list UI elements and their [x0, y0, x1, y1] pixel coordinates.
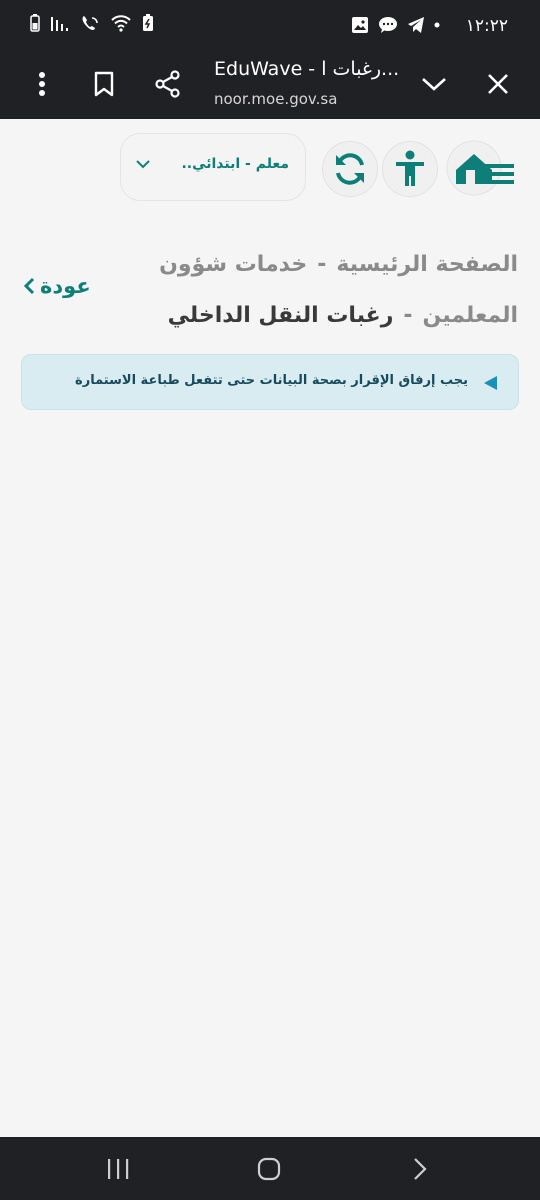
role-select[interactable]: معلم - ابتدائي.. [120, 133, 306, 201]
accessibility-icon [396, 150, 424, 186]
recents-icon[interactable] [98, 1153, 138, 1185]
notification-icons [351, 16, 450, 34]
breadcrumb-separator: - [317, 252, 327, 277]
triangle-left-icon [484, 376, 497, 390]
gallery-icon [352, 17, 368, 33]
bookmark-icon[interactable] [84, 64, 124, 104]
breadcrumb-separator: - [403, 303, 413, 328]
wifi-icon [111, 15, 131, 32]
chevron-left-icon [23, 277, 35, 295]
home-menu-button[interactable] [444, 140, 514, 196]
info-alert: يجب إرفاق الإقرار بصحة البيانات حتى تتفع… [21, 354, 519, 410]
back-label: عودة [40, 274, 91, 298]
close-icon[interactable] [478, 64, 518, 104]
alert-text: يجب إرفاق الإقرار بصحة البيانات حتى تتفع… [75, 373, 468, 388]
accessibility-button[interactable] [382, 141, 438, 197]
dot-icon [434, 22, 440, 28]
home-menu-icon [446, 140, 514, 196]
system-nav-bar [0, 1137, 540, 1200]
battery-saver-icon [143, 14, 153, 31]
back-icon[interactable] [400, 1153, 440, 1185]
refresh-button[interactable] [322, 141, 378, 197]
home-icon[interactable] [249, 1153, 289, 1185]
breadcrumb: الصفحة الرئيسية-خدمات شؤون المعلمين-رغبا… [158, 240, 518, 342]
battery-icon [30, 14, 40, 32]
url-text[interactable]: noor.moe.gov.sa [214, 90, 337, 108]
back-link[interactable]: عودة [22, 274, 91, 298]
chevron-down-icon[interactable] [414, 64, 454, 104]
clock: ١٢:٢٢ [465, 16, 508, 36]
chevron-down-icon [136, 160, 150, 169]
refresh-icon [336, 153, 364, 185]
share-icon[interactable] [148, 64, 188, 104]
more-vert-icon[interactable] [22, 64, 62, 104]
system-status-icons [30, 14, 154, 32]
role-select-value: معلم - ابتدائي.. [181, 156, 289, 172]
status-bar: ١٢:٢٢ [0, 0, 540, 50]
telegram-icon [408, 17, 424, 33]
tab-title: EduWave - رغبات ا... [214, 58, 400, 80]
wifi-call-icon [82, 16, 98, 30]
breadcrumb-home[interactable]: الصفحة الرئيسية [336, 252, 518, 277]
breadcrumb-current: رغبات النقل الداخلي [167, 303, 394, 328]
browser-toolbar: EduWave - رغبات ا... noor.moe.gov.sa [0, 50, 540, 119]
signal-icon [51, 17, 68, 31]
chat-icon [379, 17, 397, 33]
